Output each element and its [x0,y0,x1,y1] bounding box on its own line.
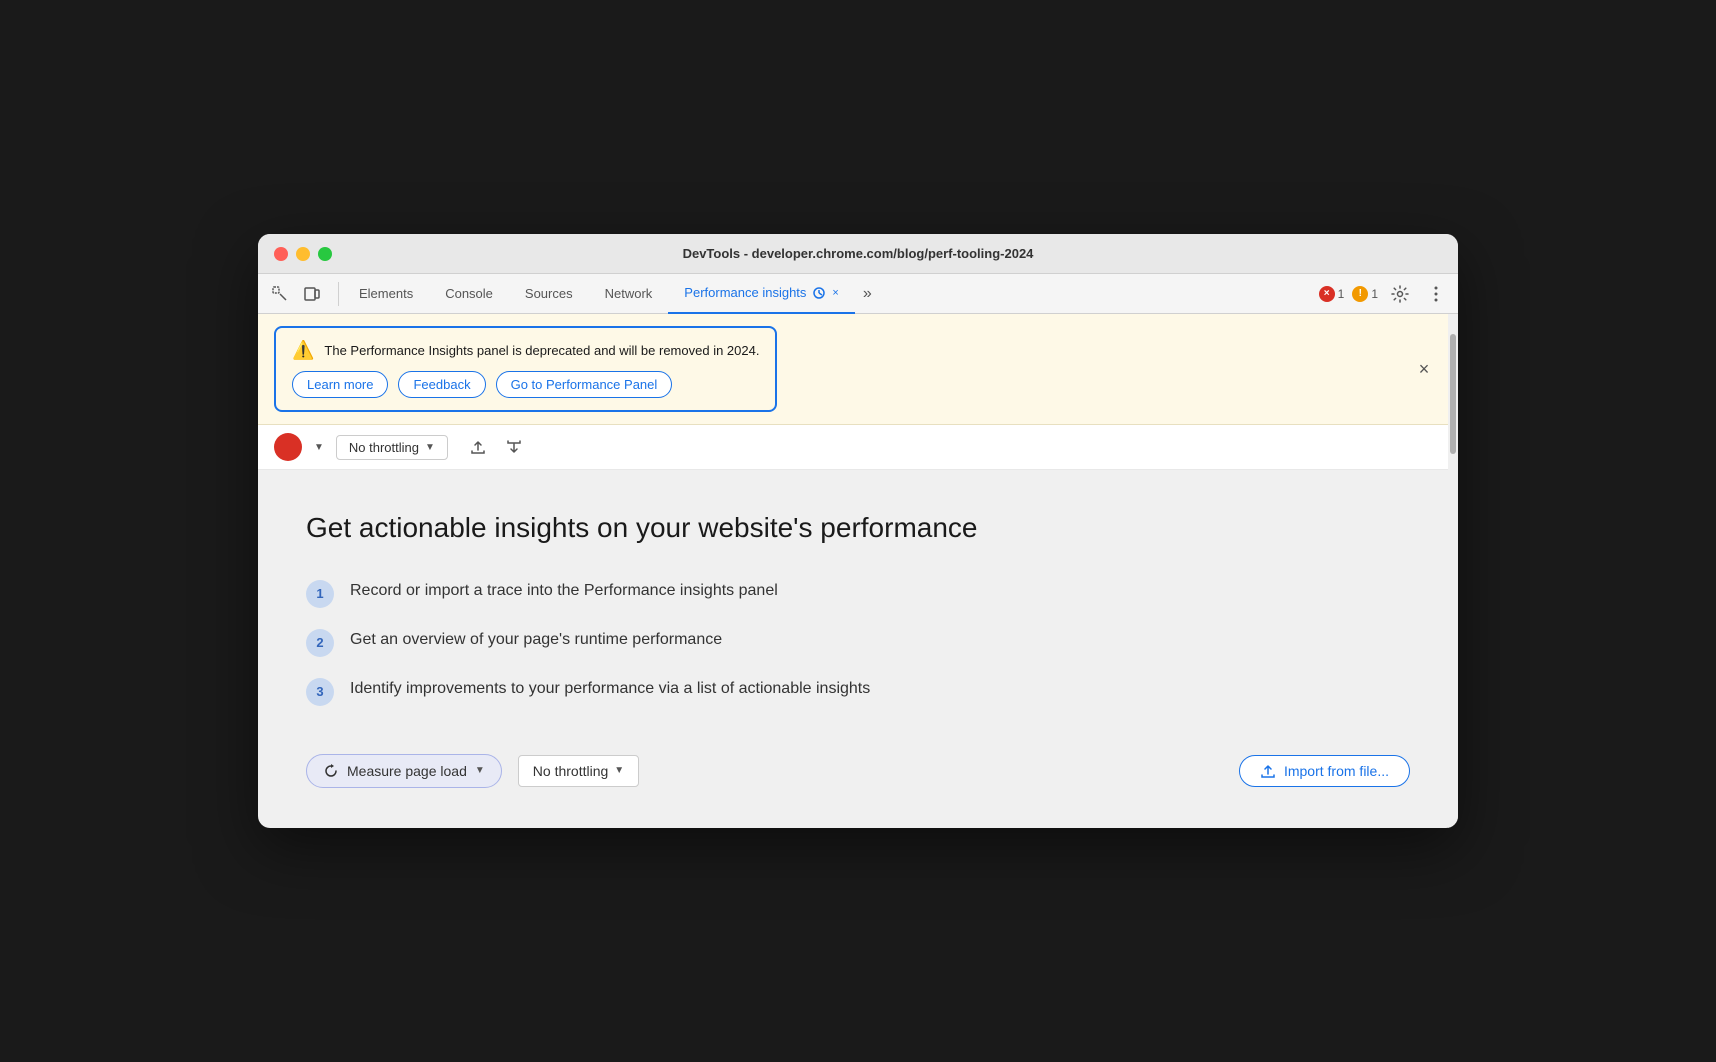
import-from-file-button[interactable]: Import from file... [1239,755,1410,787]
toolbar-right: × 1 ! 1 [1319,280,1450,308]
tab-performance-insights[interactable]: Performance insights × [668,274,855,314]
step-number-2: 2 [306,629,334,657]
tab-console[interactable]: Console [429,274,509,314]
step-item-3: 3 Identify improvements to your performa… [306,677,1410,706]
close-button[interactable] [274,247,288,261]
performance-icon [812,286,826,300]
step-text-2: Get an overview of your page's runtime p… [350,628,722,652]
actions-row: Measure page load ▼ No throttling ▼ Impo… [306,754,1410,788]
scrollbar-thumb[interactable] [1450,334,1456,454]
tab-elements[interactable]: Elements [343,274,429,314]
warning-icon: ! [1352,286,1368,302]
scrollbar[interactable] [1448,314,1458,827]
upload-icon [1260,763,1276,779]
measure-chevron: ▼ [475,765,485,776]
deprecation-banner-area: ⚠️ The Performance Insights panel is dep… [258,314,1458,425]
step-text-1: Record or import a trace into the Perfor… [350,579,778,603]
step-number-1: 1 [306,580,334,608]
controls-bar: ▼ No throttling ▼ [258,425,1458,470]
learn-more-button[interactable]: Learn more [292,371,388,398]
devtools-window: DevTools - developer.chrome.com/blog/per… [258,234,1458,827]
traffic-lights [274,247,332,261]
record-button[interactable] [274,433,302,461]
upload-icons [464,433,528,461]
step-number-3: 3 [306,678,334,706]
devtools-content: ⚠️ The Performance Insights panel is dep… [258,314,1458,827]
main-content: Get actionable insights on your website'… [258,470,1458,827]
toolbar-separator [338,282,339,306]
settings-icon[interactable] [1386,280,1414,308]
go-to-performance-button[interactable]: Go to Performance Panel [496,371,673,398]
warn-badge[interactable]: ! 1 [1352,286,1378,302]
page-heading: Get actionable insights on your website'… [306,510,1410,546]
feedback-button[interactable]: Feedback [398,371,485,398]
export-icon[interactable] [464,433,492,461]
import-icon[interactable] [500,433,528,461]
error-icon: × [1319,286,1335,302]
throttle-chevron: ▼ [614,765,624,776]
maximize-button[interactable] [318,247,332,261]
throttle-select[interactable]: No throttling ▼ [518,755,639,787]
banner-text-row: ⚠️ The Performance Insights panel is dep… [292,340,759,361]
measure-page-load-button[interactable]: Measure page load ▼ [306,754,502,788]
throttling-dropdown[interactable]: No throttling ▼ [336,435,448,460]
more-options-icon[interactable] [1422,280,1450,308]
step-item-1: 1 Record or import a trace into the Perf… [306,579,1410,608]
record-dropdown-arrow[interactable]: ▼ [314,442,324,453]
steps-list: 1 Record or import a trace into the Perf… [306,579,1410,706]
tab-network[interactable]: Network [589,274,669,314]
step-item-2: 2 Get an overview of your page's runtime… [306,628,1410,657]
devtools-main: ⚠️ The Performance Insights panel is dep… [258,314,1458,827]
minimize-button[interactable] [296,247,310,261]
banner-message: The Performance Insights panel is deprec… [324,343,759,358]
titlebar: DevTools - developer.chrome.com/blog/per… [258,234,1458,274]
inspect-element-icon[interactable] [266,280,294,308]
throttling-chevron: ▼ [425,442,435,453]
tab-sources[interactable]: Sources [509,274,589,314]
banner-warning-icon: ⚠️ [292,340,314,361]
deprecation-banner: ⚠️ The Performance Insights panel is dep… [274,326,777,412]
more-tabs-button[interactable]: » [855,274,880,314]
window-title: DevTools - developer.chrome.com/blog/per… [683,246,1034,261]
toolbar-icons [266,280,326,308]
banner-close-button[interactable]: × [1410,355,1438,383]
device-toolbar-icon[interactable] [298,280,326,308]
error-badge[interactable]: × 1 [1319,286,1345,302]
tab-close-icon[interactable]: × [832,287,838,299]
step-text-3: Identify improvements to your performanc… [350,677,870,701]
banner-buttons: Learn more Feedback Go to Performance Pa… [292,371,759,398]
devtools-toolbar: Elements Console Sources Network Perform… [258,274,1458,314]
refresh-icon [323,763,339,779]
